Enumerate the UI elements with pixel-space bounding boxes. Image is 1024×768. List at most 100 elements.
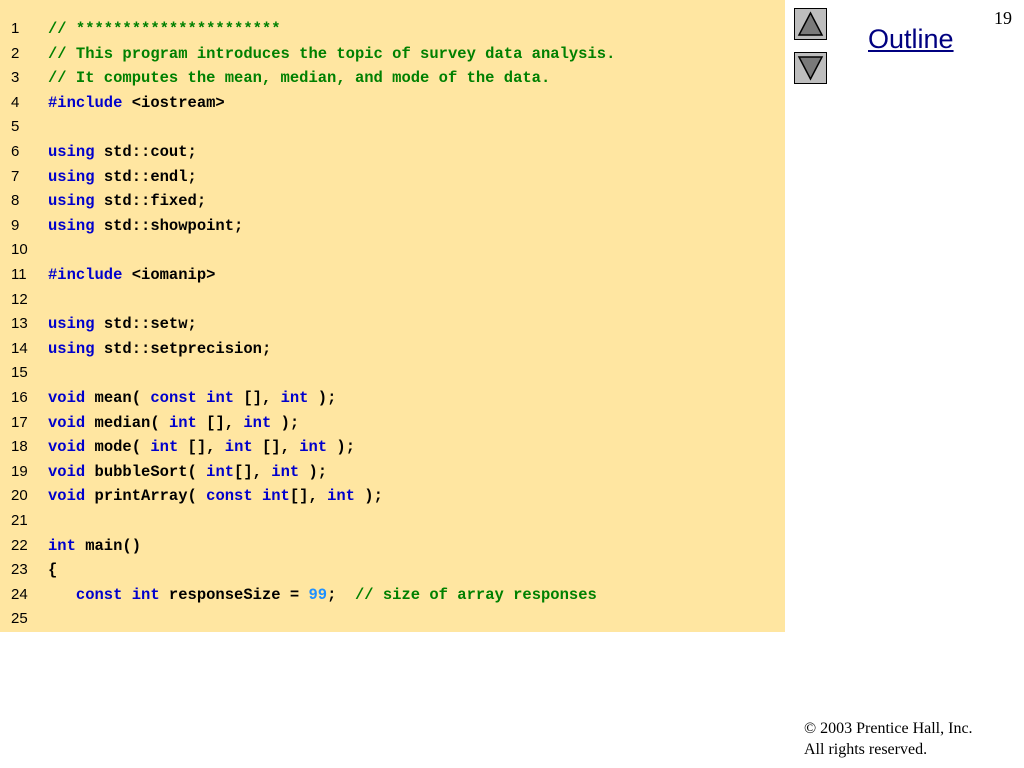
code-token-keyword: void xyxy=(48,462,86,481)
code-token-number: 99 xyxy=(308,585,328,604)
code-token-plain: bubbleSort( xyxy=(85,462,207,481)
code-line: 18 void mode( int [], int [], int ); xyxy=(0,435,785,460)
line-code: using std::fixed; xyxy=(48,189,206,214)
line-number: 2 xyxy=(11,44,20,62)
line-number: 14 xyxy=(11,339,28,357)
line-number: 5 xyxy=(11,118,20,136)
code-token-keyword: int xyxy=(243,413,272,432)
line-number: 21 xyxy=(11,512,28,529)
code-token-keyword: #include xyxy=(48,93,123,112)
code-token-plain: ; xyxy=(327,585,355,604)
code-token-keyword: int xyxy=(224,438,253,457)
previous-slide-button[interactable] xyxy=(794,8,827,40)
line-number: 19 xyxy=(11,462,28,480)
code-token-plain: std::endl; xyxy=(94,167,197,186)
code-token-keyword: int xyxy=(206,462,235,481)
code-token-plain: ); xyxy=(271,413,300,432)
code-token-plain: <iomanip> xyxy=(122,266,216,284)
code-token-plain: std::cout; xyxy=(94,143,197,161)
code-line: 10 xyxy=(0,238,785,263)
outline-link[interactable]: Outline xyxy=(868,24,954,55)
code-token-keyword: void xyxy=(48,413,86,432)
code-token-keyword: using xyxy=(48,167,95,186)
line-code: // It computes the mean, median, and mod… xyxy=(48,66,550,91)
code-line: 2 // This program introduces the topic of… xyxy=(0,42,785,67)
line-code: using std::setw; xyxy=(48,312,197,337)
line-number: 1 xyxy=(11,20,20,37)
code-token-plain: main() xyxy=(75,536,142,555)
code-token-plain: ); xyxy=(354,487,383,506)
code-token-plain: { xyxy=(48,561,58,580)
copyright-notice: © 2003 Prentice Hall, Inc. All rights re… xyxy=(804,718,973,760)
code-token-plain: [], xyxy=(178,438,225,457)
code-line: 25 xyxy=(0,607,785,632)
code-line: 13 using std::setw; xyxy=(0,312,785,337)
code-token-plain: std::fixed; xyxy=(94,192,207,211)
line-number: 10 xyxy=(11,241,28,259)
code-token-comment: // It computes the mean, median, and mod… xyxy=(48,69,551,88)
code-token-keyword: #include xyxy=(48,266,123,284)
code-token-plain: mode( xyxy=(85,438,151,457)
next-slide-button[interactable] xyxy=(794,52,827,84)
code-token-keyword: void xyxy=(48,438,86,457)
code-line: 5 xyxy=(0,115,785,140)
code-line: 11 #include <iomanip> xyxy=(0,263,785,288)
code-token-keyword: using xyxy=(48,315,95,334)
line-code: void printArray( const int[], int ); xyxy=(48,484,383,509)
rights-line: All rights reserved. xyxy=(804,741,928,758)
code-token-keyword: int xyxy=(168,413,197,432)
code-line: 17 void median( int [], int ); xyxy=(0,411,785,436)
triangle-up-icon xyxy=(797,11,824,36)
code-token-plain: std::setw; xyxy=(94,315,197,334)
code-line: 8 using std::fixed; xyxy=(0,189,785,214)
code-line: 22 int main() xyxy=(0,534,785,559)
code-token-keyword: int xyxy=(150,438,179,457)
code-token-keyword: using xyxy=(48,143,95,161)
code-token-keyword: int xyxy=(280,389,309,407)
line-number: 13 xyxy=(11,315,28,333)
code-token-plain: ); xyxy=(299,462,328,481)
slide-number: 19 xyxy=(994,8,1012,28)
code-token-plain: responseSize = xyxy=(159,585,309,604)
code-line: 3 // It computes the mean, median, and mo… xyxy=(0,66,785,91)
code-token-keyword: int xyxy=(48,536,76,555)
line-code: using std::showpoint; xyxy=(48,214,243,239)
code-token-plain: median( xyxy=(85,413,169,432)
line-code: using std::cout; xyxy=(48,140,197,165)
line-code: void median( int [], int ); xyxy=(48,411,299,436)
code-line: 16 void mean( const int [], int ); xyxy=(0,386,785,411)
code-token-plain: printArray( xyxy=(85,487,207,506)
line-number: 20 xyxy=(11,487,28,505)
line-code: // ********************** xyxy=(48,17,281,42)
line-number: 8 xyxy=(11,192,20,210)
line-number: 12 xyxy=(11,290,28,308)
line-code: void mean( const int [], int ); xyxy=(48,386,336,411)
line-number: 18 xyxy=(11,438,28,456)
code-token-plain: mean( xyxy=(85,389,151,407)
code-token-plain: std::setprecision; xyxy=(94,339,272,358)
line-code: #include <iomanip> xyxy=(48,263,215,288)
code-token-plain: [], xyxy=(234,462,272,481)
code-line: 7 using std::endl; xyxy=(0,165,785,190)
code-line: 21 xyxy=(0,509,785,534)
code-token-keyword: void xyxy=(48,389,86,407)
code-line: 20 void printArray( const int[], int ); xyxy=(0,484,785,509)
code-token-plain: [], xyxy=(289,487,328,506)
code-token-keyword: int xyxy=(299,438,328,457)
line-number: 16 xyxy=(11,389,28,406)
line-code: int main() xyxy=(48,534,141,559)
line-code: void bubbleSort( int[], int ); xyxy=(48,460,327,485)
code-token-keyword: const int xyxy=(206,487,290,506)
line-number: 9 xyxy=(11,216,20,234)
code-token-keyword: const int xyxy=(150,389,235,407)
code-line: 23 { xyxy=(0,558,785,583)
code-token-keyword: using xyxy=(48,192,95,211)
code-token-plain: ); xyxy=(327,438,355,457)
line-number: 25 xyxy=(11,610,28,628)
code-token-keyword: const int xyxy=(75,585,160,604)
code-line: 1 // ********************** xyxy=(0,17,785,42)
line-code: void mode( int [], int [], int ); xyxy=(48,435,355,460)
code-token-plain: <iostream> xyxy=(122,93,225,112)
line-number: 15 xyxy=(11,364,28,382)
